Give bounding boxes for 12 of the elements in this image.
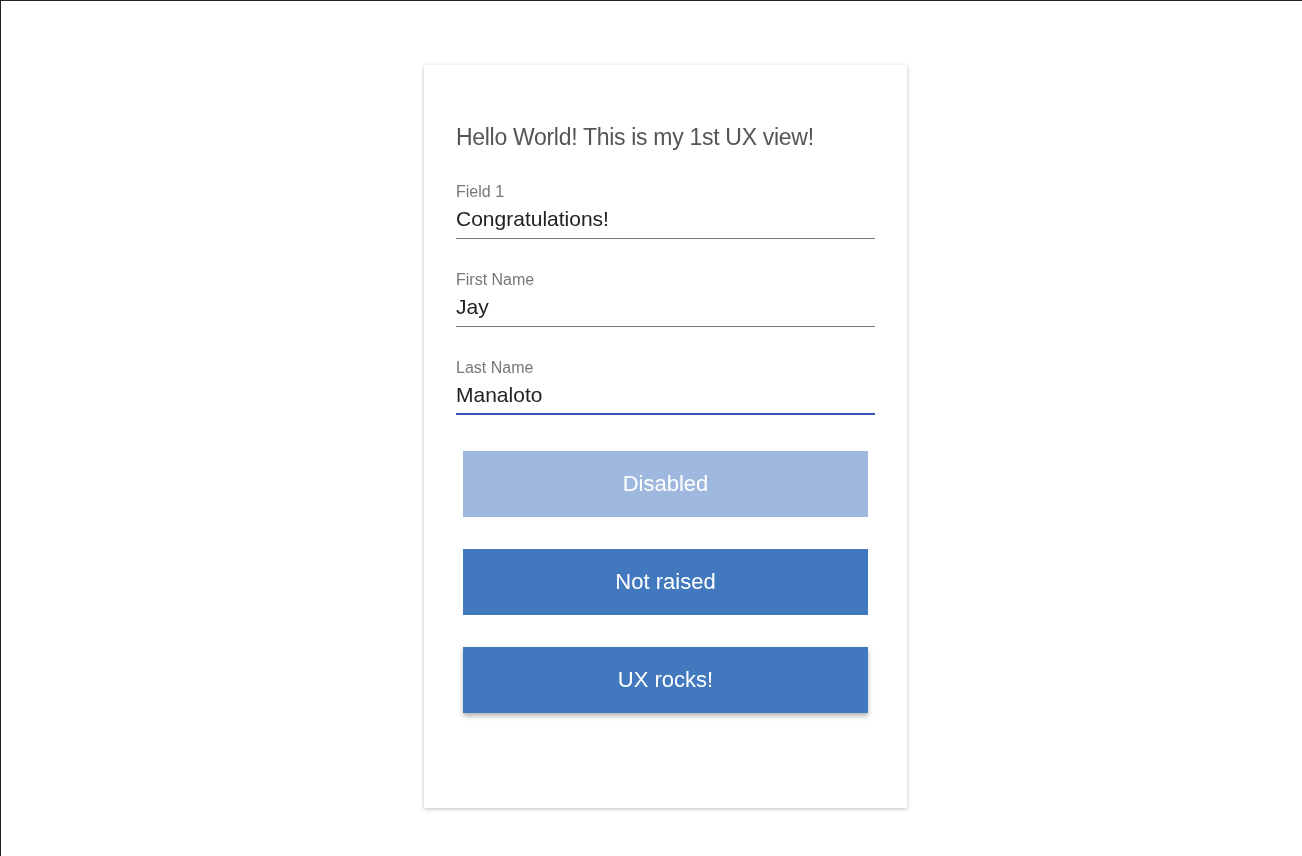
text-field[interactable]: Field 1 Congratulations! (456, 181, 875, 239)
heading: Hello World! This is my 1st UX view! (456, 123, 815, 152)
action-button[interactable]: Not raised (463, 549, 868, 615)
field-label: Field 1 (456, 182, 506, 202)
text-field[interactable]: First Name Jay (456, 269, 875, 327)
field-label: Last Name (456, 358, 535, 378)
field-value: Jay (456, 294, 490, 320)
action-button[interactable]: UX rocks! (463, 647, 868, 713)
field-value: Congratulations! (456, 206, 610, 232)
text-field[interactable]: Last Name Manaloto (456, 357, 875, 415)
field-label: First Name (456, 270, 536, 290)
field-value: Manaloto (456, 382, 544, 408)
